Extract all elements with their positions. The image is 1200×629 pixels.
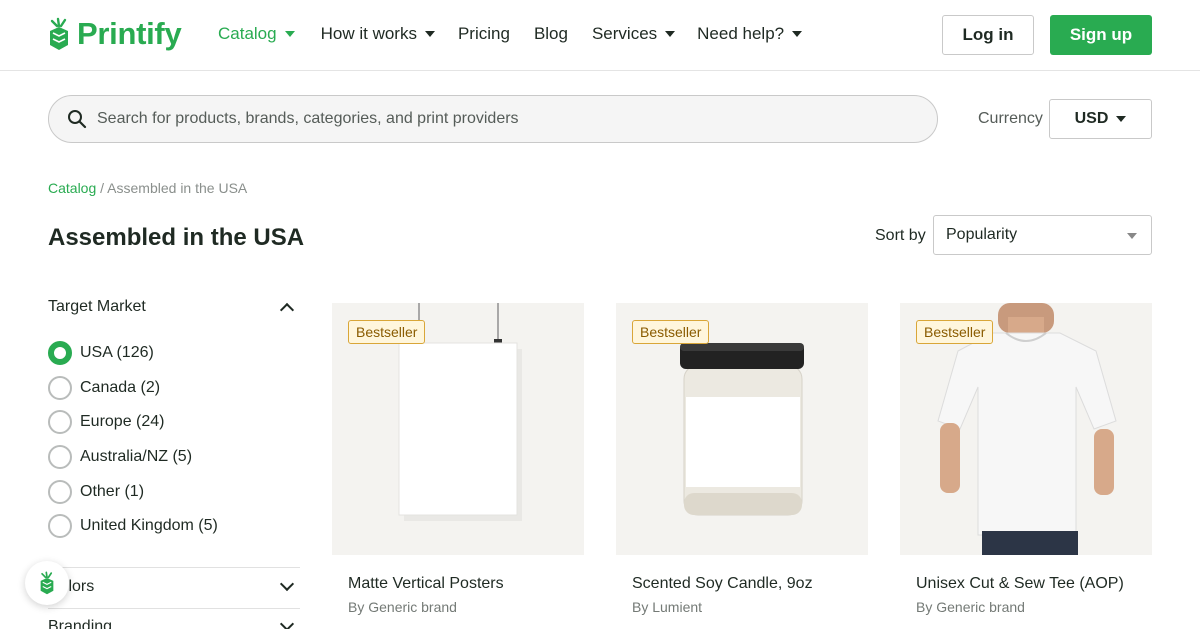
nav-how-it-works[interactable]: How it works bbox=[321, 24, 435, 44]
sort-select[interactable]: Popularity bbox=[933, 215, 1152, 255]
nav-need-help[interactable]: Need help? bbox=[697, 24, 803, 44]
sort-value: Popularity bbox=[946, 226, 1018, 243]
search-bar[interactable] bbox=[48, 95, 938, 143]
product-name[interactable]: Scented Soy Candle, 9oz bbox=[632, 575, 868, 593]
product-card[interactable]: Bestseller Unisex Cut & Sew Tee (AOP) By… bbox=[900, 303, 1152, 615]
radio-unchecked-icon[interactable] bbox=[48, 514, 72, 539]
radio-unchecked-icon[interactable] bbox=[48, 375, 72, 400]
printify-logo-icon bbox=[50, 17, 68, 50]
radio-option-europe[interactable]: Europe (24) bbox=[48, 405, 218, 440]
radio-option-united-kingdom[interactable]: United Kingdom (5) bbox=[48, 509, 218, 544]
filter-divider bbox=[48, 567, 300, 568]
radio-label: United Kingdom (5) bbox=[80, 517, 218, 535]
sort-label: Sort by bbox=[875, 227, 926, 244]
chat-widget-button[interactable] bbox=[25, 561, 69, 605]
filter-target-market-header[interactable]: Target Market bbox=[48, 298, 300, 317]
filter-target-market-title: Target Market bbox=[48, 298, 146, 315]
nav-need-help-label: Need help? bbox=[697, 24, 785, 43]
currency-label: Currency bbox=[978, 110, 1043, 127]
nav-catalog-label: Catalog bbox=[218, 24, 277, 43]
login-button[interactable]: Log in bbox=[942, 15, 1034, 55]
product-image-tshirt[interactable]: Bestseller bbox=[900, 303, 1152, 555]
radio-unchecked-icon[interactable] bbox=[48, 410, 72, 435]
currency-value: USD bbox=[1074, 110, 1109, 127]
chevron-down-icon bbox=[284, 31, 295, 37]
nav-services-label: Services bbox=[591, 24, 658, 43]
bestseller-badge: Bestseller bbox=[348, 320, 426, 344]
product-card[interactable]: Bestseller Matte Vertical Posters By Gen… bbox=[332, 303, 584, 615]
nav-catalog[interactable]: Catalog bbox=[218, 24, 295, 44]
page-title: Assembled in the USA bbox=[48, 224, 305, 251]
bestseller-badge: Bestseller bbox=[916, 320, 994, 344]
radio-label: USA (126) bbox=[80, 344, 154, 362]
radio-label: Canada (2) bbox=[80, 378, 161, 396]
printify-chat-icon bbox=[40, 571, 54, 595]
product-name[interactable]: Matte Vertical Posters bbox=[348, 575, 584, 593]
radio-label: Australia/NZ (5) bbox=[80, 448, 193, 466]
product-name[interactable]: Unisex Cut & Sew Tee (AOP) bbox=[916, 575, 1152, 593]
filter-colors-header[interactable]: Colors bbox=[48, 576, 300, 596]
target-market-options: USA (126) Canada (2) Europe (24) Austral… bbox=[48, 336, 218, 544]
breadcrumb-catalog-link[interactable]: Catalog bbox=[48, 180, 96, 196]
nav-pricing-label: Pricing bbox=[457, 24, 510, 43]
radio-label: Europe (24) bbox=[80, 413, 165, 431]
currency-select[interactable]: USD bbox=[1049, 99, 1152, 139]
product-brand: By Generic brand bbox=[916, 599, 1025, 615]
chevron-down-icon bbox=[424, 31, 435, 37]
search-icon bbox=[68, 110, 87, 129]
filter-branding-title: Branding bbox=[48, 618, 113, 629]
breadcrumb-current: Assembled in the USA bbox=[107, 180, 248, 196]
chevron-down-icon bbox=[279, 616, 295, 629]
nav-blog[interactable]: Blog bbox=[534, 24, 568, 44]
product-card[interactable]: Bestseller Scented Soy Candle, 9oz By Lu… bbox=[616, 303, 868, 615]
product-brand: By Generic brand bbox=[348, 599, 457, 615]
top-navigation-bar: Printify Catalog How it works Pricing Bl… bbox=[0, 0, 1200, 71]
nav-blog-label: Blog bbox=[533, 24, 568, 43]
chevron-down-icon bbox=[792, 31, 803, 37]
chevron-down-icon bbox=[279, 576, 295, 592]
main-nav: Catalog How it works Pricing Blog Servic… bbox=[218, 24, 803, 44]
radio-option-usa[interactable]: USA (126) bbox=[48, 336, 218, 371]
search-input[interactable] bbox=[97, 110, 877, 128]
radio-option-other[interactable]: Other (1) bbox=[48, 474, 218, 509]
chevron-up-icon bbox=[279, 302, 295, 317]
breadcrumb-separator: / bbox=[100, 180, 105, 196]
product-brand: By Lumient bbox=[632, 599, 703, 615]
nav-services[interactable]: Services bbox=[591, 24, 676, 44]
nav-pricing[interactable]: Pricing bbox=[458, 24, 510, 44]
filter-branding-header[interactable]: Branding bbox=[48, 616, 300, 629]
logo-text: Printify bbox=[77, 16, 182, 51]
radio-checked-icon[interactable] bbox=[48, 341, 72, 366]
chevron-down-icon bbox=[1116, 116, 1127, 122]
radio-unchecked-icon[interactable] bbox=[48, 479, 72, 504]
radio-option-australia-nz[interactable]: Australia/NZ (5) bbox=[48, 440, 218, 475]
radio-option-canada[interactable]: Canada (2) bbox=[48, 371, 218, 406]
bestseller-badge: Bestseller bbox=[632, 320, 710, 344]
breadcrumb: Catalog / Assembled in the USA bbox=[48, 180, 247, 196]
chevron-down-icon bbox=[1127, 233, 1137, 239]
filter-divider bbox=[48, 608, 300, 609]
radio-unchecked-icon[interactable] bbox=[48, 445, 72, 470]
radio-label: Other (1) bbox=[80, 482, 145, 500]
product-image-poster[interactable]: Bestseller bbox=[332, 303, 584, 555]
nav-how-it-works-label: How it works bbox=[320, 24, 417, 43]
signup-button[interactable]: Sign up bbox=[1050, 15, 1152, 55]
printify-logo[interactable]: Printify bbox=[47, 16, 182, 52]
product-image-candle[interactable]: Bestseller bbox=[616, 303, 868, 555]
chevron-down-icon bbox=[665, 31, 676, 37]
